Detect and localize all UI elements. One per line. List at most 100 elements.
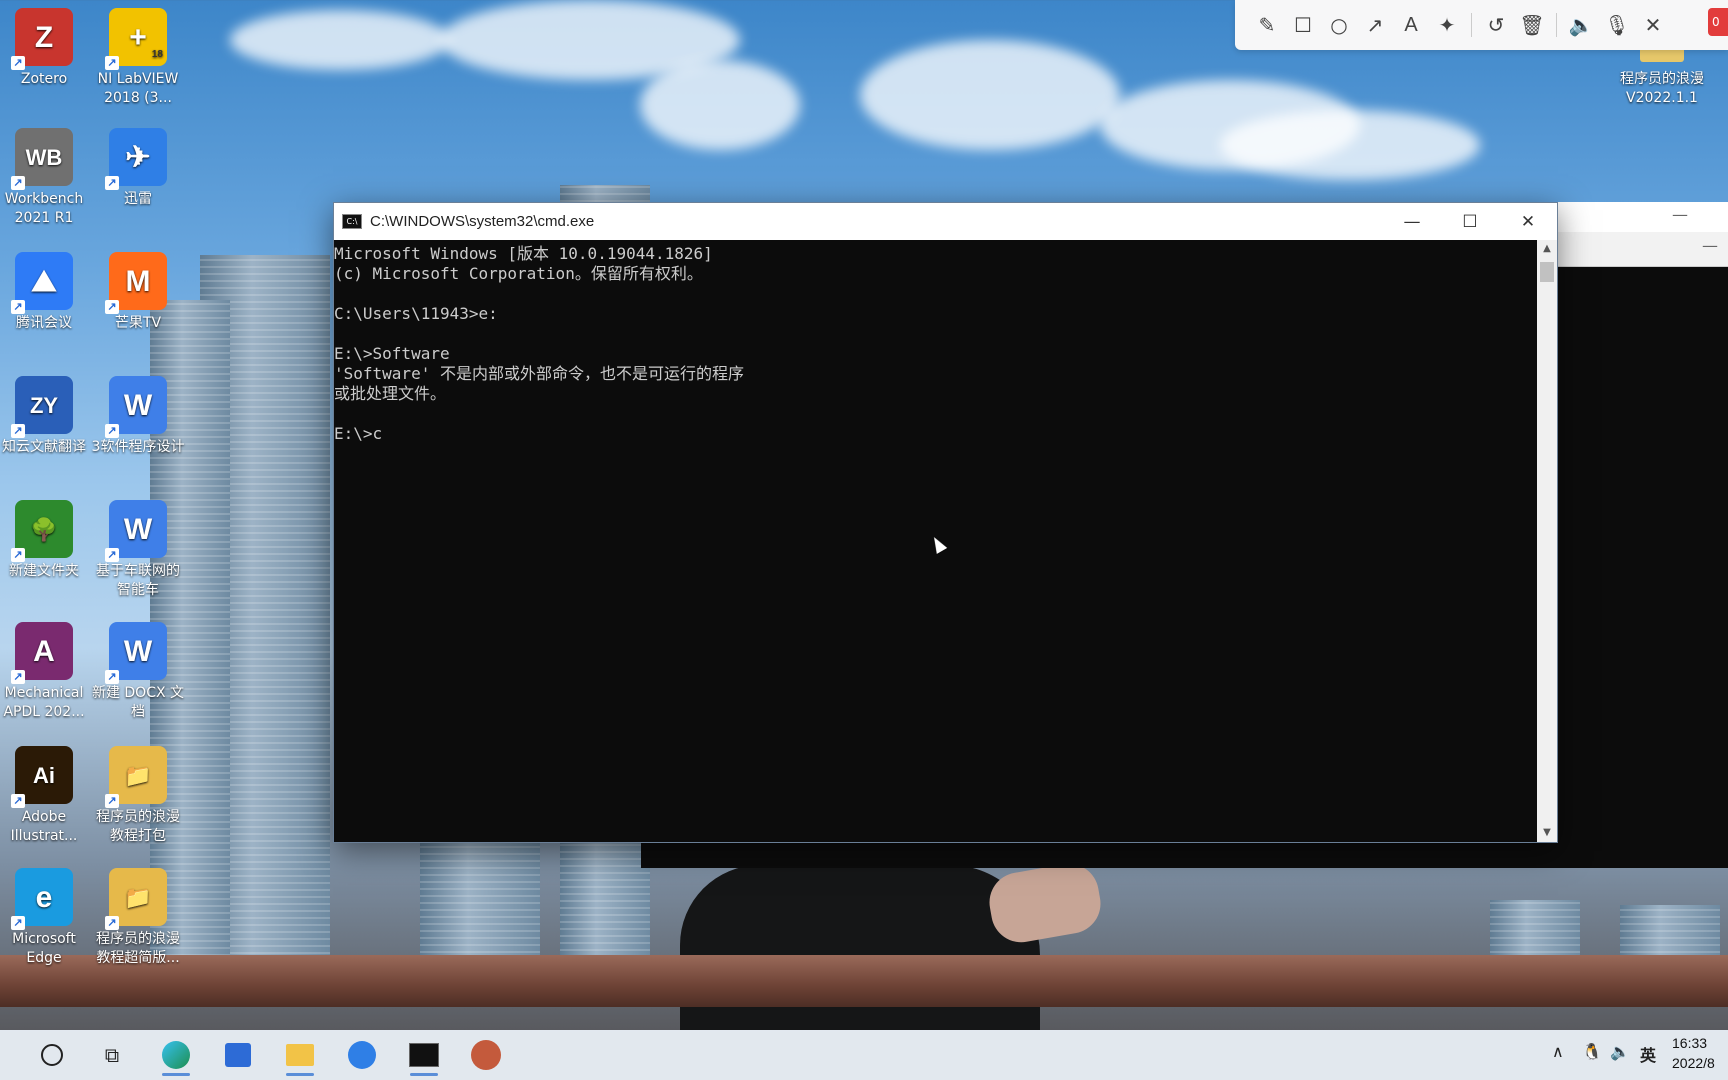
scroll-down-arrow-icon[interactable]: ▼ bbox=[1537, 824, 1557, 842]
desktop-icon[interactable]: ✈迅雷 bbox=[90, 128, 186, 209]
close-button[interactable]: ✕ bbox=[1499, 203, 1557, 240]
desktop-icon-label: Mechanical APDL 202... bbox=[3, 685, 85, 720]
desktop-icon-label: 腾讯会议 bbox=[16, 315, 72, 331]
console-line: (c) Microsoft Corporation。保留所有权利。 bbox=[334, 264, 703, 283]
clock[interactable]: 16:33 2022/8 bbox=[1672, 1033, 1715, 1073]
desktop-icon-label: 芒果TV bbox=[114, 315, 162, 331]
desktop-icon-label: NI LabVIEW 2018 (3... bbox=[97, 71, 179, 106]
desktop-icon[interactable]: AMechanical APDL 202... bbox=[0, 622, 92, 722]
taskbar-store-icon[interactable] bbox=[214, 1032, 262, 1078]
edge-icon: e bbox=[11, 868, 73, 930]
taskbar-cmd-icon[interactable] bbox=[400, 1032, 448, 1078]
microphone-icon[interactable]: 🎙 bbox=[1599, 7, 1635, 43]
task-view-icon[interactable]: ⧉ bbox=[88, 1032, 136, 1078]
toolbar-divider bbox=[1556, 13, 1557, 37]
desktop-icon-label: 程序员的浪漫V2022.1.1 bbox=[1620, 71, 1704, 106]
annotation-toolbar: ✎ ☐ ○ ↗ A ✦ ↺ 🗑 🔈 🎙 ✕ 0 bbox=[1235, 0, 1728, 50]
clock-date: 2022/8 bbox=[1672, 1055, 1715, 1071]
wps-doc-icon: W bbox=[105, 622, 167, 684]
desktop-icon-label: Zotero bbox=[20, 71, 68, 87]
chevron-up-icon[interactable]: ∧ bbox=[1552, 1042, 1564, 1061]
title-bar[interactable]: C:\ C:\WINDOWS\system32\cmd.exe — ☐ ✕ bbox=[334, 203, 1557, 240]
folder-icon: 📁 bbox=[105, 868, 167, 930]
desktop-icon[interactable]: AiAdobe Illustrat... bbox=[0, 746, 92, 846]
desktop-icon[interactable]: eMicrosoft Edge bbox=[0, 868, 92, 968]
close-icon[interactable]: ✕ bbox=[1635, 7, 1671, 43]
desktop-icon[interactable]: M芒果TV bbox=[90, 252, 186, 333]
magic-wand-icon[interactable]: ✦ bbox=[1429, 7, 1465, 43]
desktop-icon[interactable]: ZY知云文献翻译 bbox=[0, 376, 92, 457]
scrollbar-thumb[interactable] bbox=[1540, 262, 1554, 282]
xunlei-icon: ✈ bbox=[105, 128, 167, 190]
console-line: 'Software' 不是内部或外部命令，也不是可运行的程序 bbox=[334, 364, 744, 383]
record-badge[interactable]: 0 bbox=[1708, 8, 1728, 36]
desktop-icon-label: 新建文件夹 bbox=[9, 563, 79, 579]
console-line: E:\>Software bbox=[334, 344, 450, 363]
mango-tv-icon: M bbox=[105, 252, 167, 314]
wps-doc-icon: W bbox=[105, 376, 167, 438]
maximize-button[interactable]: ☐ bbox=[1441, 203, 1499, 240]
toolbar-divider bbox=[1471, 13, 1472, 37]
railing bbox=[0, 955, 1728, 1007]
desktop-icon[interactable]: W新建 DOCX 文档 bbox=[90, 622, 186, 722]
desktop-icon-label: 基于车联网的智能车 bbox=[96, 563, 180, 598]
speaker-icon[interactable]: 🔈 bbox=[1563, 7, 1599, 43]
window-title: C:\WINDOWS\system32\cmd.exe bbox=[370, 213, 595, 230]
desktop-icon[interactable]: ⛰腾讯会议 bbox=[0, 252, 92, 333]
desktop-icon-label: 3软件程序设计 bbox=[91, 439, 185, 455]
console-icon: C:\ bbox=[342, 214, 362, 229]
minimize-icon[interactable]: — bbox=[1672, 205, 1688, 224]
cortana-circle-icon[interactable] bbox=[28, 1032, 76, 1078]
desktop-icon[interactable]: 🌳新建文件夹 bbox=[0, 500, 92, 581]
wps-doc-icon: W bbox=[105, 500, 167, 562]
tencent-meeting-icon: ⛰ bbox=[11, 252, 73, 314]
taskbar-xunlei-icon[interactable] bbox=[338, 1032, 386, 1078]
desktop-icon[interactable]: +18NI LabVIEW 2018 (3... bbox=[90, 8, 186, 108]
desktop-icon-label: 程序员的浪漫教程打包 bbox=[96, 809, 180, 844]
console-line: E:\>c bbox=[334, 424, 383, 443]
desktop-icon[interactable]: 📁程序员的浪漫教程打包 bbox=[90, 746, 186, 846]
desktop-icon-label: 迅雷 bbox=[124, 191, 152, 207]
vertical-scrollbar[interactable]: ▲ ▼ bbox=[1537, 240, 1557, 842]
scroll-up-arrow-icon[interactable]: ▲ bbox=[1537, 240, 1557, 258]
desktop-icon[interactable]: WBWorkbench 2021 R1 bbox=[0, 128, 92, 228]
illustrator-icon: Ai bbox=[11, 746, 73, 808]
arrow-icon[interactable]: ↗ bbox=[1357, 7, 1393, 43]
minimize-icon[interactable]: — bbox=[1702, 236, 1718, 255]
desktop-icon[interactable]: ZZotero bbox=[0, 8, 92, 89]
person-arm bbox=[984, 858, 1106, 948]
clock-time: 16:33 bbox=[1672, 1035, 1708, 1051]
pencil-icon[interactable]: ✎ bbox=[1249, 7, 1285, 43]
taskbar-avatar-app-icon[interactable] bbox=[462, 1032, 510, 1078]
volume-icon[interactable]: 🔈 bbox=[1610, 1042, 1630, 1061]
zhiyun-icon: ZY bbox=[11, 376, 73, 438]
text-icon[interactable]: A bbox=[1393, 7, 1429, 43]
console-line: C:\Users\11943>e: bbox=[334, 304, 498, 323]
minimize-button[interactable]: — bbox=[1383, 203, 1441, 240]
version-badge: 18 bbox=[151, 49, 163, 60]
undo-icon[interactable]: ↺ bbox=[1478, 7, 1514, 43]
console-line: 或批处理文件。 bbox=[334, 384, 447, 403]
trash-icon[interactable]: 🗑 bbox=[1514, 7, 1550, 43]
desktop-icon-label: 知云文献翻译 bbox=[2, 439, 86, 455]
desktop-icon[interactable]: W基于车联网的智能车 bbox=[90, 500, 186, 600]
circle-icon[interactable]: ○ bbox=[1321, 7, 1357, 43]
desktop-icon-label: 新建 DOCX 文档 bbox=[91, 685, 185, 720]
input-language-indicator[interactable]: 英 bbox=[1640, 1042, 1656, 1066]
qq-icon[interactable]: 🐧 bbox=[1582, 1042, 1602, 1061]
desktop-icon[interactable]: W3软件程序设计 bbox=[90, 376, 186, 457]
ansys-apdl-icon: A bbox=[11, 622, 73, 684]
taskbar-file-explorer-icon[interactable] bbox=[276, 1032, 324, 1078]
rectangle-icon[interactable]: ☐ bbox=[1285, 7, 1321, 43]
desktop-icon[interactable]: 📁程序员的浪漫教程超简版... bbox=[90, 868, 186, 968]
desktop-icon-romance-folder[interactable]: 程序员的浪漫V2022.1.1 bbox=[1604, 40, 1720, 108]
taskbar-edge-icon[interactable] bbox=[152, 1032, 200, 1078]
cmd-window[interactable]: C:\ C:\WINDOWS\system32\cmd.exe — ☐ ✕ Mi… bbox=[333, 202, 1558, 843]
console-line: Microsoft Windows [版本 10.0.19044.1826] bbox=[334, 244, 713, 263]
zotero-icon: Z bbox=[11, 8, 73, 70]
desktop-icon-label: Microsoft Edge bbox=[12, 931, 76, 966]
workbench-icon: WB bbox=[11, 128, 73, 190]
